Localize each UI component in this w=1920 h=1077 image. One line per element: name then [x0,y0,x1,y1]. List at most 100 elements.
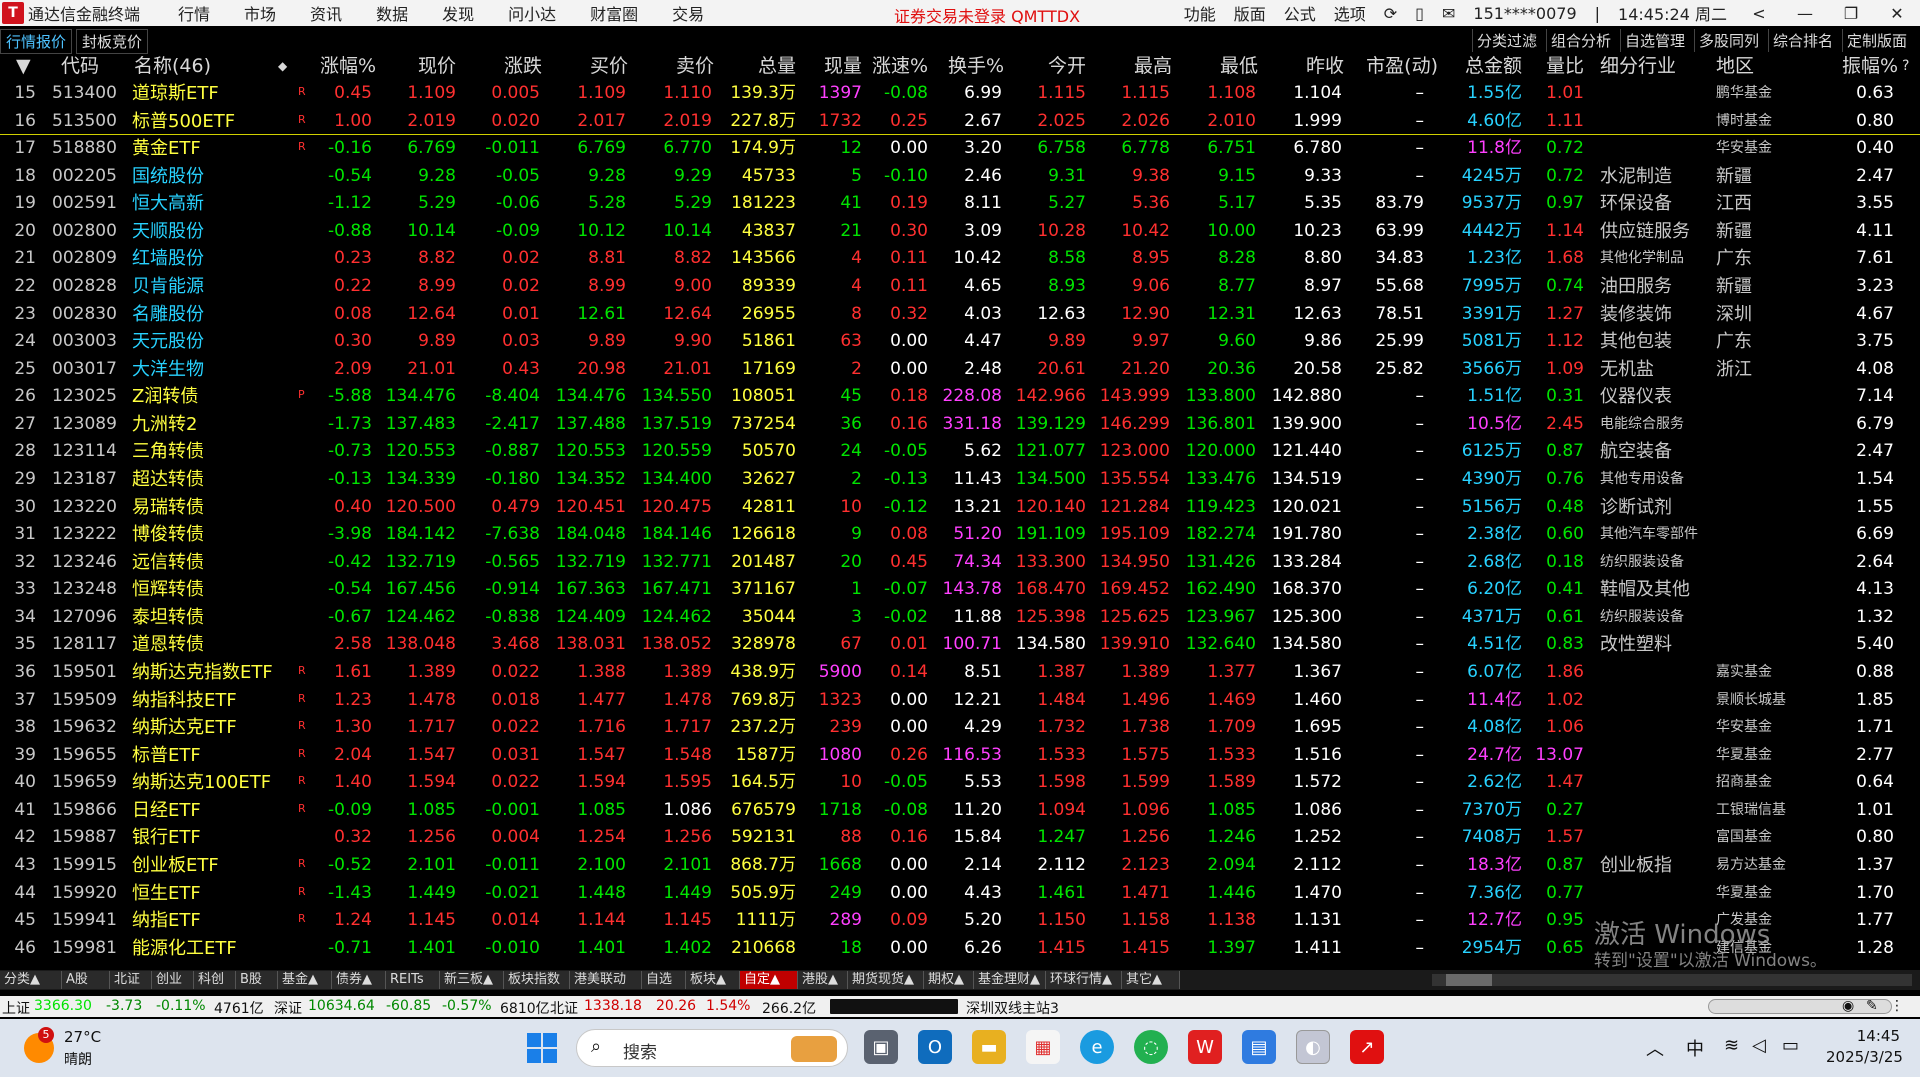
col-vol-ratio[interactable]: 量比 [1522,52,1584,80]
sort-arrow-icon[interactable]: ▼ [16,52,36,80]
sh-index-label[interactable]: 上证 [2,998,30,1018]
table-row[interactable]: 18 002205 国统股份 -0.54 9.28 -0.05 9.28 9.29 45733 5… [0,163,1920,191]
phone-icon[interactable]: ▯ [1415,4,1424,23]
table-row[interactable]: 37 159509 纳指科技ETF 1.23 1.478 0.018 1.477 1.478 7… [0,687,1920,715]
bottom-tab[interactable]: 分类▲ [0,971,62,989]
col-change-pct[interactable]: 涨幅% [296,52,376,80]
table-row[interactable]: 15 513400 道琼斯ETF 0.45 1.109 0.005 1.109 1.110 13… [0,80,1920,108]
bottom-tab[interactable]: 自选 [642,971,686,989]
bottom-tab[interactable]: 其它▲ [1122,971,1180,989]
bottom-tab[interactable]: 基金▲ [278,971,332,989]
table-row[interactable]: 44 159920 恒生ETF -1.43 1.449 -0.021 1.448 1.449 5… [0,880,1920,908]
menu-ask[interactable]: 问小达 [508,1,556,25]
app-icon-active[interactable]: ◐ [1296,1030,1330,1064]
close-icon[interactable]: ✕ [1883,4,1911,23]
col-pe[interactable]: 市盈(动) [1344,52,1438,80]
menu-wealth[interactable]: 财富圈 [590,1,638,25]
menu-layout[interactable]: 版面 [1234,1,1266,25]
help-icon[interactable]: ? [1902,52,1918,80]
taskbar-search-input[interactable]: ⌕ 搜索 [576,1029,848,1067]
login-notice[interactable]: 证券交易未登录 QMTTDX [894,3,1080,27]
col-ask[interactable]: 卖价 [628,52,714,80]
account-id[interactable]: 151****0079 [1473,4,1576,23]
menu-quotes[interactable]: 行情 [178,1,210,25]
minimize-icon[interactable]: — [1791,4,1819,23]
back-icon[interactable]: < [1745,4,1773,23]
tab-multi-stock[interactable]: 多股同列 [1694,29,1763,52]
col-bid[interactable]: 买价 [542,52,628,80]
bottom-tab[interactable]: 期权▲ [924,971,974,989]
app-icon-blue[interactable]: ▤ [1242,1030,1276,1064]
table-row[interactable]: 42 159887 银行ETF 0.32 1.256 0.004 1.254 1.256 592… [0,824,1920,852]
table-row[interactable]: 17 518880 黄金ETF -0.16 6.769 -0.011 6.769 6.770 1… [0,135,1920,163]
task-view-icon[interactable]: ▣ [864,1030,898,1064]
edge-browser-icon[interactable]: e [1080,1030,1114,1064]
table-row[interactable]: 24 003003 天元股份 0.30 9.89 0.03 9.89 9.90 51861 63 0… [0,328,1920,356]
table-row[interactable]: 35 128117 道恩转债 2.58 138.048 3.468 138.031 138.0… [0,631,1920,659]
server-name[interactable]: 深圳双线主站3 [966,998,1059,1018]
start-menu-icon[interactable] [527,1033,557,1063]
market-breadth-icon[interactable] [830,999,958,1014]
col-current-vol[interactable]: 现量 [796,52,862,80]
table-row[interactable]: 38 159632 纳斯达克ETF 1.30 1.717 0.022 1.716 1.717 2… [0,714,1920,742]
col-change[interactable]: 涨跌 [456,52,542,80]
col-industry[interactable]: 细分行业 [1600,52,1716,80]
col-open[interactable]: 今开 [1004,52,1086,80]
file-explorer-icon[interactable]: ▬ [972,1030,1006,1064]
table-row[interactable]: 36 159501 纳斯达克指数ETF 1.61 1.389 0.022 1.388 1.38… [0,659,1920,687]
table-row[interactable]: 16 513500 标普500ETF 1.00 2.019 0.020 2.017 2.019… [0,108,1920,136]
tdx-terminal-icon[interactable]: ↗ [1350,1030,1384,1064]
menu-discover[interactable]: 发现 [442,1,474,25]
col-low[interactable]: 最低 [1172,52,1258,80]
bottom-tab[interactable]: 期货现货▲ [848,971,924,989]
tab-portfolio-analysis[interactable]: 组合分析 [1546,29,1615,52]
table-row[interactable]: 39 159655 标普ETF 2.04 1.547 0.031 1.547 1.548 158… [0,742,1920,770]
tab-ranking[interactable]: 综合排名 [1768,29,1837,52]
menu-formula[interactable]: 公式 [1284,1,1316,25]
tab-watchlist-manage[interactable]: 自选管理 [1620,29,1689,52]
weather-temp[interactable]: 27°C [64,1028,101,1046]
table-row[interactable]: 19 002591 恒大高新 -1.12 5.29 -0.06 5.28 5.29 181223… [0,190,1920,218]
battery-icon[interactable]: ▭ [1782,1035,1799,1056]
table-row[interactable]: 32 123246 远信转债 -0.42 132.719 -0.565 132.719 132… [0,549,1920,577]
col-code[interactable]: 代码 [52,52,108,80]
scrollbar-thumb[interactable] [1446,974,1492,986]
menu-news[interactable]: 资讯 [310,1,342,25]
table-row[interactable]: 21 002809 红墙股份 0.23 8.82 0.02 8.81 8.82 143566 4 0… [0,245,1920,273]
tab-custom-layout[interactable]: 定制版面 [1842,29,1911,52]
tray-chevron-icon[interactable]: ︿ [1646,1035,1664,1061]
bottom-tab[interactable]: 创业 [152,971,194,989]
menu-market[interactable]: 市场 [244,1,276,25]
bottom-tab[interactable]: 北证 [110,971,152,989]
table-row[interactable]: 43 159915 创业板ETF -0.52 2.101 -0.011 2.100 2.101… [0,852,1920,880]
col-volume[interactable]: 总量 [714,52,796,80]
col-prev-close[interactable]: 昨收 [1258,52,1344,80]
table-row[interactable]: 23 002830 名雕股份 0.08 12.64 0.01 12.61 12.64 26955… [0,301,1920,329]
table-row[interactable]: 40 159659 纳斯达克100ETF 1.40 1.594 0.022 1.594 1.5… [0,769,1920,797]
col-amount[interactable]: 总金额 [1438,52,1522,80]
col-high[interactable]: 最高 [1086,52,1172,80]
col-speed[interactable]: 涨速% [862,52,928,80]
bottom-tab[interactable]: B股 [236,971,278,989]
bottom-tab[interactable]: 新三板▲ [440,971,504,989]
taskbar-date[interactable]: 2025/3/25 [1826,1048,1903,1066]
bottom-tab[interactable]: 环球行情▲ [1046,971,1122,989]
bottom-tab[interactable]: REITs [386,971,440,989]
bottom-tab[interactable]: 港股▲ [798,971,848,989]
store-icon[interactable]: ▦ [1026,1030,1060,1064]
col-turnover[interactable]: 换手% [928,52,1004,80]
menu-function[interactable]: 功能 [1184,1,1216,25]
tray-icon-b[interactable]: ✎ [1866,998,1878,1014]
tab-quotes[interactable]: 行情报价 [0,29,73,54]
col-name[interactable]: 名称(46) [134,52,254,80]
col-amplitude[interactable]: 振幅% [1806,52,1898,80]
table-row[interactable]: 30 123220 易瑞转债 0.40 120.500 0.479 120.451 120.4… [0,494,1920,522]
weather-desc[interactable]: 晴朗 [64,1049,92,1069]
ime-indicator[interactable]: 中 [1686,1035,1704,1061]
bottom-tab[interactable]: 板块▲ [686,971,740,989]
horizontal-scrollbar[interactable] [1432,974,1912,986]
bottom-tab[interactable]: 科创 [194,971,236,989]
status-search-input[interactable] [1708,999,1892,1014]
bottom-tab[interactable]: 板块指数 [504,971,570,989]
menu-data[interactable]: 数据 [376,1,408,25]
